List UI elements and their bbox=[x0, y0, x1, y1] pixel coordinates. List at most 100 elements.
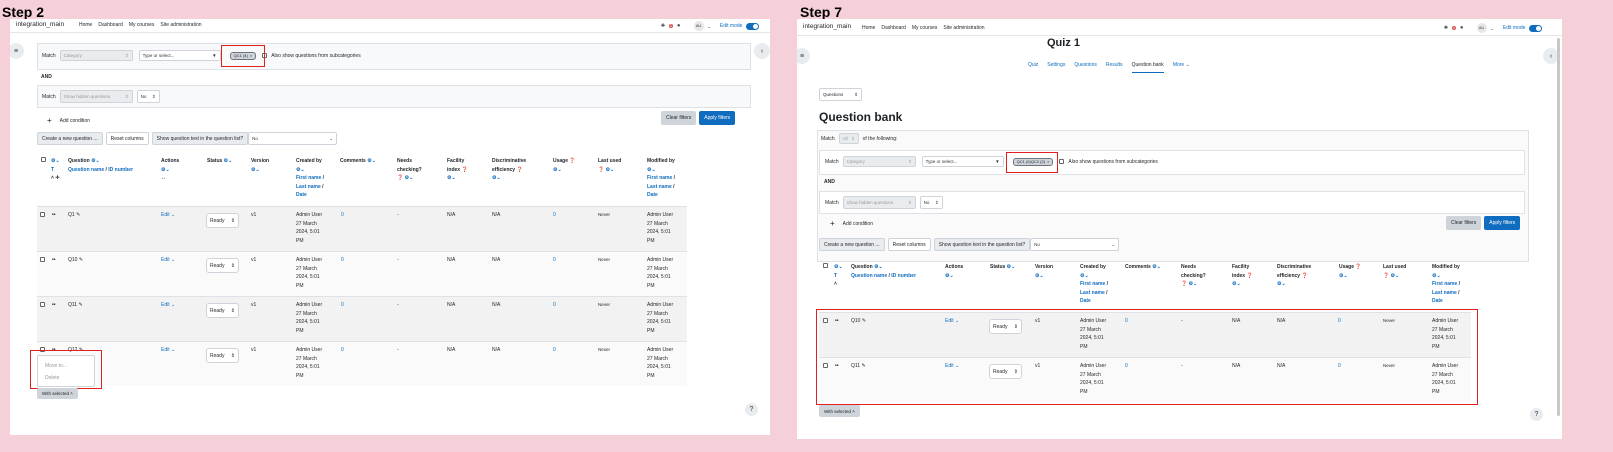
subcategories-checkbox[interactable] bbox=[1059, 159, 1065, 164]
sort-up-icon[interactable]: ˄ bbox=[834, 281, 837, 287]
usage-link[interactable]: 0 bbox=[553, 301, 556, 310]
help-icon[interactable]: ? bbox=[1530, 408, 1543, 421]
comments-link[interactable]: 0 bbox=[341, 211, 344, 220]
show-text-select[interactable]: No ⌄ bbox=[248, 132, 338, 145]
table-row[interactable] bbox=[37, 206, 687, 251]
site-name[interactable]: integration_main bbox=[16, 21, 64, 28]
row-checkbox[interactable] bbox=[40, 257, 45, 262]
nav-home[interactable]: Home bbox=[862, 25, 875, 31]
select-all-checkbox[interactable] bbox=[823, 263, 828, 268]
edit-mode-toggle[interactable] bbox=[746, 22, 760, 30]
tab-more[interactable]: More ⌄ bbox=[1173, 62, 1190, 73]
move-icon[interactable]: ✛ bbox=[55, 175, 59, 181]
clear-filters-button[interactable]: Clear filters bbox=[661, 111, 697, 125]
scrollbar[interactable] bbox=[1557, 38, 1560, 416]
chat-icon[interactable]: ● bbox=[677, 23, 681, 29]
nav-my-courses[interactable]: My courses bbox=[912, 25, 938, 31]
usage-link[interactable]: 0 bbox=[1338, 317, 1341, 326]
with-selected-button[interactable]: With selected ˄ bbox=[819, 405, 860, 417]
pencil-icon[interactable]: ✎ bbox=[862, 318, 866, 324]
pencil-icon[interactable]: ✎ bbox=[861, 363, 865, 369]
comments-link[interactable]: 0 bbox=[1125, 362, 1128, 371]
help-icon[interactable]: ❓ bbox=[598, 167, 604, 173]
hidden-questions-select[interactable]: Show hidden questions ⇕ bbox=[59, 90, 133, 103]
with-selected-button[interactable]: With selected ˄ bbox=[37, 388, 78, 399]
create-question-button[interactable]: Create a new question ... bbox=[819, 238, 885, 251]
usage-link[interactable]: 0 bbox=[553, 256, 556, 265]
row-checkbox[interactable] bbox=[40, 347, 45, 352]
create-question-button[interactable]: Create a new question ... bbox=[37, 132, 103, 145]
table-row[interactable] bbox=[37, 251, 687, 296]
add-condition-row[interactable]: + Add condition bbox=[47, 116, 90, 125]
reset-columns-button[interactable]: Reset columns bbox=[105, 132, 149, 145]
bell-icon[interactable]: ♣ bbox=[1444, 25, 1448, 31]
table-row[interactable] bbox=[37, 296, 687, 341]
nav-dashboard[interactable]: Dashboard bbox=[881, 25, 905, 31]
plus-icon[interactable]: + bbox=[47, 116, 52, 125]
type-sort-link[interactable]: T bbox=[51, 167, 54, 173]
usage-link[interactable]: 0 bbox=[553, 346, 556, 355]
help-icon[interactable]: ? bbox=[745, 403, 758, 416]
move-to-item[interactable]: Move to... bbox=[45, 363, 67, 369]
chevron-down-icon[interactable]: ⌄ bbox=[708, 24, 711, 29]
help-icon[interactable]: ❓ bbox=[569, 158, 575, 164]
help-icon[interactable]: ❓ bbox=[397, 175, 403, 181]
row-checkbox[interactable] bbox=[823, 318, 828, 323]
tab-settings[interactable]: Settings bbox=[1047, 62, 1065, 73]
nav-site-admin[interactable]: Site administration bbox=[160, 22, 201, 28]
chevron-down-icon[interactable]: ⌄ bbox=[1491, 26, 1494, 31]
add-condition-label[interactable]: Add condition bbox=[60, 118, 90, 124]
clear-filters-button[interactable]: Clear filters bbox=[1446, 216, 1482, 230]
status-select[interactable]: Ready ⇕ bbox=[206, 213, 239, 228]
category-select[interactable]: Category ⇕ bbox=[842, 156, 916, 167]
usage-link[interactable]: 0 bbox=[553, 211, 556, 220]
status-select[interactable]: Ready ⇕ bbox=[989, 364, 1022, 379]
type-select-dropdown[interactable]: Type or select... ▼ bbox=[921, 156, 1004, 167]
status-select[interactable]: Ready ⇕ bbox=[206, 348, 239, 363]
comments-link[interactable]: 0 bbox=[341, 346, 344, 355]
questions-select[interactable]: Questions ⇕ bbox=[819, 88, 862, 101]
chevron-down-icon[interactable]: ⌄ bbox=[55, 158, 59, 164]
nav-dashboard[interactable]: Dashboard bbox=[98, 22, 122, 28]
nav-my-courses[interactable]: My courses bbox=[129, 22, 155, 28]
left-drawer-icon[interactable]: ≡ bbox=[797, 48, 810, 64]
category-chip[interactable]: QC1 (4) × bbox=[229, 51, 257, 60]
usage-link[interactable]: 0 bbox=[1338, 362, 1341, 371]
edit-menu[interactable]: Edit ⌄ bbox=[161, 301, 175, 310]
select-all-checkbox[interactable] bbox=[41, 157, 46, 162]
avatar[interactable]: AU bbox=[693, 21, 704, 31]
tab-results[interactable]: Results bbox=[1106, 62, 1123, 73]
help-icon[interactable]: ❓ bbox=[461, 167, 467, 173]
hidden-value-select[interactable]: No ⇕ bbox=[919, 196, 943, 209]
pencil-icon[interactable]: ✎ bbox=[79, 257, 83, 263]
apply-filters-button[interactable]: Apply filters bbox=[699, 111, 736, 125]
help-icon[interactable]: ❓ bbox=[1246, 273, 1252, 279]
status-select[interactable]: Ready ⇕ bbox=[206, 258, 239, 273]
left-drawer-icon[interactable]: ≡ bbox=[10, 43, 24, 59]
comments-link[interactable]: 0 bbox=[1125, 317, 1128, 326]
sort-up-icon[interactable]: ˄ bbox=[51, 175, 54, 181]
edit-menu[interactable]: Edit ⌄ bbox=[945, 317, 959, 326]
plus-icon[interactable]: + bbox=[830, 219, 835, 228]
chat-icon[interactable]: ● bbox=[1460, 25, 1464, 31]
table-row[interactable] bbox=[37, 341, 687, 386]
nav-home[interactable]: Home bbox=[79, 22, 92, 28]
match-all-select[interactable]: All ⇕ bbox=[838, 133, 859, 144]
bell-icon[interactable]: ♣ bbox=[661, 23, 665, 29]
table-row[interactable] bbox=[819, 312, 1471, 357]
pencil-icon[interactable]: ✎ bbox=[78, 302, 82, 308]
tab-quiz[interactable]: Quiz bbox=[1028, 62, 1038, 73]
question-name-sort-link[interactable]: Question name bbox=[68, 167, 104, 173]
pencil-icon[interactable]: ✎ bbox=[79, 347, 83, 353]
add-condition-row[interactable]: + Add condition bbox=[830, 219, 873, 228]
comments-link[interactable]: 0 bbox=[341, 301, 344, 310]
help-icon[interactable]: ❓ bbox=[1355, 264, 1361, 270]
status-select[interactable]: Ready ⇕ bbox=[206, 303, 239, 318]
help-icon[interactable]: ❓ bbox=[1301, 273, 1307, 279]
delete-item[interactable]: Delete bbox=[45, 375, 59, 381]
close-icon[interactable]: × bbox=[1047, 159, 1049, 164]
table-row[interactable] bbox=[819, 357, 1471, 402]
apply-filters-button[interactable]: Apply filters bbox=[1484, 216, 1521, 230]
row-checkbox[interactable] bbox=[823, 363, 828, 368]
row-checkbox[interactable] bbox=[40, 212, 45, 217]
